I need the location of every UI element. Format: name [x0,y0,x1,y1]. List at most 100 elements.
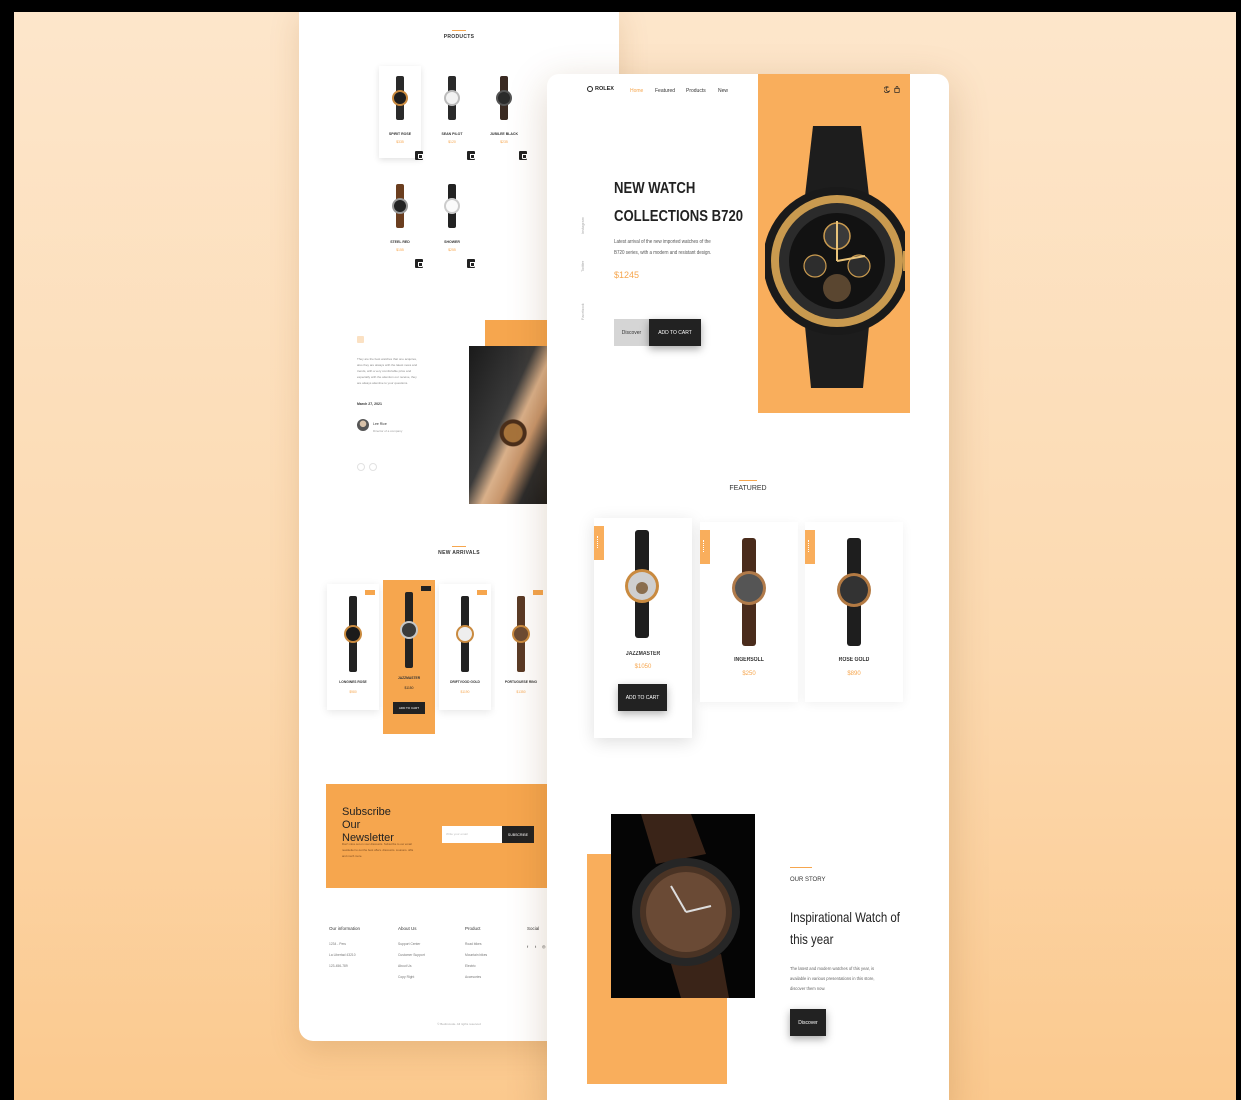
arrival-name: LONGINES ROSE [339,680,367,684]
footer-link[interactable]: Customer Support [398,953,425,957]
footer-link[interactable]: Copy Right [398,975,414,979]
watch-image [344,596,362,672]
bag-icon[interactable] [894,86,900,93]
featured-price: $1050 [634,664,652,670]
cart-icon[interactable] [467,259,475,268]
brand-name: ROLEX [595,86,614,92]
watch-image [444,184,460,228]
featured-card[interactable]: INGERSOLL $250 [700,522,798,702]
product-name: SPIRIT ROSE [388,132,412,136]
testimonial-text-line: also they are always with the latest new… [357,364,418,367]
quote-icon [357,336,364,343]
featured-name: ROSE GOLD [838,657,870,663]
twitter-icon[interactable]: t [535,944,536,949]
footer-link[interactable]: Accesories [465,975,481,979]
story-description-line: The latest and modern watches of this ye… [790,966,875,971]
product-name: STEEL RED [390,240,410,244]
arrival-card-active[interactable]: JAZZMASTER $1150 ADD TO CART [383,580,435,734]
featured-heading: FEATURED [547,480,949,492]
testimonial-text-line: especially with the attention our receiv… [357,376,417,379]
discover-button[interactable]: Discover [790,1009,826,1036]
watch-image [392,184,408,228]
story-title-line: Inspirational Watch of [790,909,900,925]
brand-logo[interactable]: ROLEX [587,86,614,92]
hero-description-line: B720 series, with a modern and resistant… [614,250,712,256]
footer-link[interactable]: Mountain bikes [465,953,487,957]
discover-button[interactable]: Discover [614,319,649,346]
footer-link[interactable]: About Us [398,964,412,968]
instagram-link[interactable]: Instagram [581,217,585,234]
cart-icon[interactable] [519,151,527,160]
footer-link[interactable]: Electric [465,964,476,968]
mockup-stage: PRODUCTS SPIRIT ROSE $335 SEAN PILOT $12… [14,12,1236,1100]
arrival-card[interactable]: DRIFTVOOD GOLD $1190 [439,584,491,710]
new-badge [477,590,487,595]
featured-card-active[interactable]: JAZZMASTER $1050 ADD TO CART [594,518,692,738]
product-name: SEAN PILOT [441,132,463,136]
cart-icon[interactable] [415,259,423,268]
instagram-icon[interactable]: ◎ [542,944,546,949]
hero-title-line: COLLECTIONS B720 [614,208,744,225]
nav-featured[interactable]: Featured [655,88,675,94]
cart-icon[interactable] [467,151,475,160]
hero-description: Latest arrival of the new imported watch… [614,237,722,259]
new-badge [533,590,543,595]
featured-name: INGERSOLL [734,657,764,663]
product-card[interactable]: STEEL RED $155 [379,174,423,268]
sale-badge [700,530,710,564]
arrival-price: $1350 [516,690,526,694]
testimonial-text-line: They are the best watches that one acqui… [357,358,417,361]
featured-card[interactable]: ROSE GOLD $890 [805,522,903,702]
product-card[interactable]: SEAN PILOT $120 [431,66,475,160]
arrival-price: $980 [349,690,357,694]
hero-watch-image [765,126,905,388]
newsletter-text-line: and much more. [342,854,363,857]
testimonial-text-line: are always attentive to your questions. [357,382,409,385]
footer-heading: About Us [398,926,417,931]
facebook-link[interactable]: Facebook [581,303,585,320]
newsletter-text-line: newsletter to get the best offers, disco… [342,848,414,851]
footer-heading: Product [465,926,481,931]
featured-price: $890 [847,671,861,677]
add-to-cart-button[interactable]: ADD TO CART [393,702,425,714]
featured-name: JAZZMASTER [625,651,661,657]
footer-link[interactable]: Support Center [398,942,420,946]
slider-next-button[interactable] [369,463,377,471]
nav-new[interactable]: New [718,88,728,94]
add-to-cart-button[interactable]: ADD TO CART [618,684,667,711]
watch-image [392,76,408,120]
watch-image [512,596,530,672]
product-card[interactable]: SHOWER $255 [431,174,475,268]
clock-icon [587,86,593,92]
cart-icon[interactable] [415,151,423,160]
product-price: $255 [448,248,456,252]
footer-item: 1234 - Peru [329,942,347,946]
arrival-card[interactable]: LONGINES ROSE $980 [327,584,379,710]
testimonial-author: Lee Rice [373,422,387,426]
subscribe-button[interactable]: SUBSCRIBE [502,826,534,843]
arrival-card[interactable]: PORTUGUESE RINO $1350 [495,584,547,710]
add-to-cart-button[interactable]: ADD TO CART [649,319,701,346]
hero-title-line: NEW WATCH [614,180,696,197]
product-card[interactable]: JUBILEE BLACK $235 [483,66,527,160]
watch-image [456,596,474,672]
arrival-name: PORTUGUESE RINO [504,680,538,684]
product-card[interactable]: SPIRIT ROSE $335 [379,66,423,160]
testimonial-role: Director of a company [373,429,403,433]
nav-products[interactable]: Products [686,88,706,94]
testimonial-text-line: trends, with a very comfortable price an… [357,370,412,373]
footer-link[interactable]: Road bikes [465,942,482,946]
product-price: $335 [396,140,404,144]
moon-icon[interactable] [884,86,890,93]
email-field[interactable]: Write your email [442,826,502,843]
arrival-price: $1150 [404,686,414,690]
hero-title: NEW WATCH COLLECTIONS B720 [614,175,743,231]
newsletter-title: Subscribe Our Newsletter [342,806,394,844]
nav-home[interactable]: Home [630,88,643,94]
newsletter-text-line: Don't miss out on your discounts. Subscr… [342,842,412,845]
facebook-icon[interactable]: f [527,944,528,949]
watch-image [444,76,460,120]
slider-prev-button[interactable] [357,463,365,471]
story-label: OUR STORY [790,877,826,883]
twitter-link[interactable]: Twitter [581,261,585,272]
